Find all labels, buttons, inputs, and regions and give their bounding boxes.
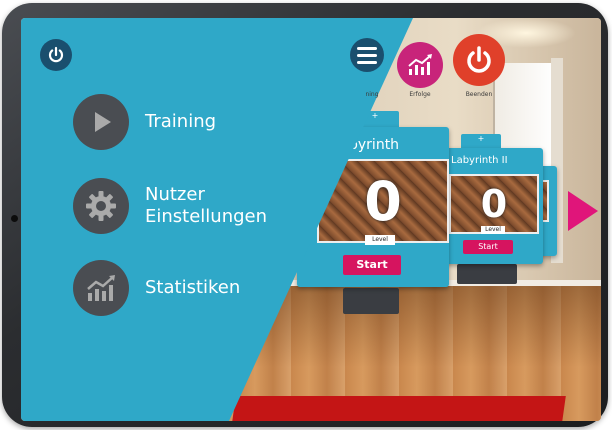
card-tab-label: + bbox=[371, 111, 379, 120]
achievements-label: Erfolge bbox=[409, 91, 431, 98]
chart-icon bbox=[408, 54, 432, 75]
level-label: Level bbox=[481, 226, 505, 234]
card-tab-label: + bbox=[477, 134, 485, 143]
menu-label-settings: Nutzer Einstellungen bbox=[145, 184, 268, 227]
achievements-button[interactable] bbox=[397, 42, 443, 88]
front-camera bbox=[11, 215, 18, 222]
game-card-labyrinth-2[interactable]: Labyrinth II 0 Level Start bbox=[443, 148, 543, 264]
power-icon bbox=[467, 46, 491, 73]
app-screen: + Labyrinth II 0 Level Start + byrinth 0… bbox=[21, 18, 601, 421]
menu-item-training[interactable]: Training bbox=[73, 94, 216, 150]
start-button-labyrinth[interactable]: Start bbox=[343, 255, 401, 275]
menu-item-settings[interactable]: Nutzer Einstellungen bbox=[73, 178, 267, 234]
arrow-right-icon[interactable] bbox=[568, 191, 598, 231]
level-label: Level bbox=[365, 235, 395, 245]
menu-item-statistics[interactable]: Statistiken bbox=[73, 260, 240, 316]
start-button-labyrinth-2[interactable]: Start bbox=[463, 240, 513, 254]
card-pedestal bbox=[343, 288, 399, 314]
level-number: 0 bbox=[480, 182, 508, 226]
card-tab-2[interactable]: + bbox=[461, 134, 501, 148]
play-icon bbox=[73, 94, 129, 150]
gear-icon bbox=[73, 178, 129, 234]
hamburger-icon[interactable] bbox=[350, 38, 384, 72]
card-pedestal bbox=[457, 264, 517, 284]
chart-icon bbox=[73, 260, 129, 316]
quit-label: Beenden bbox=[465, 91, 493, 98]
power-icon[interactable] bbox=[40, 39, 72, 71]
partial-label: ning bbox=[365, 91, 379, 98]
menu-label-statistics: Statistiken bbox=[145, 277, 241, 298]
quit-button[interactable] bbox=[453, 34, 505, 86]
level-number: 0 bbox=[364, 169, 402, 233]
menu-label-training: Training bbox=[145, 111, 217, 132]
card-title: Labyrinth II bbox=[451, 155, 508, 166]
card-thumbnail: 0 bbox=[449, 174, 539, 234]
tablet-frame: + Labyrinth II 0 Level Start + byrinth 0… bbox=[2, 3, 608, 427]
red-rug bbox=[230, 396, 566, 421]
